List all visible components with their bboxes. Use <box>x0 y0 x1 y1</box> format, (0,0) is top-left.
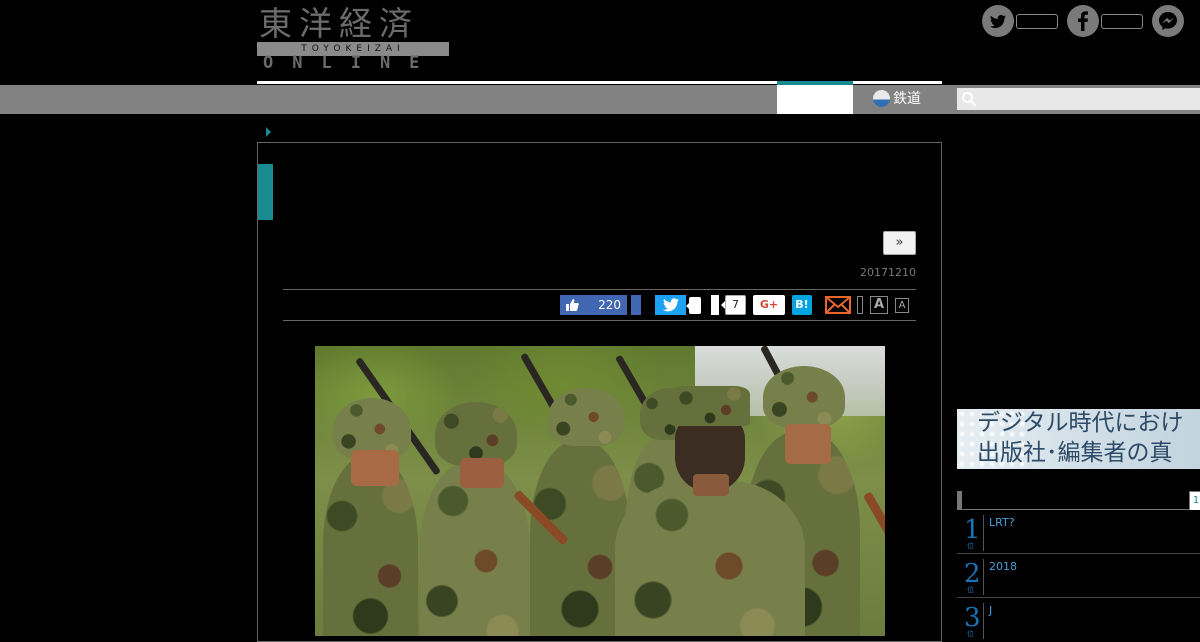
mail-icon[interactable] <box>825 296 851 314</box>
sidebar-ad-banner[interactable]: デジタル時代におけ 出版社･編集者の真 <box>957 409 1200 469</box>
rank-divider <box>983 603 984 639</box>
ad-headline-line1: デジタル時代におけ <box>977 410 1184 436</box>
search-icon <box>962 92 977 107</box>
messenger-icon <box>1152 5 1184 37</box>
nav-tab-railway[interactable]: 鉄道 <box>853 85 942 114</box>
nav-tab-active[interactable] <box>777 85 853 114</box>
title-accent-bar <box>258 164 273 220</box>
ranking-tab[interactable]: 1 <box>1189 491 1200 510</box>
tweet-button[interactable] <box>655 295 686 315</box>
next-page-button[interactable]: » <box>883 231 916 255</box>
like-count: 220 <box>598 298 621 312</box>
facebook-share-button[interactable] <box>631 295 641 315</box>
share-bar-bottom-rule <box>283 320 916 321</box>
thumbs-up-icon <box>566 299 579 311</box>
facebook-like-button[interactable]: 220 <box>560 295 627 315</box>
article-hero-image <box>315 346 885 636</box>
pocket-button[interactable] <box>711 295 719 315</box>
logo-online: ONLINE <box>263 53 439 73</box>
tweet-bird-icon <box>663 298 679 312</box>
ranking-tab-marker <box>957 491 962 509</box>
ranking-item[interactable]: 3 位 J <box>957 598 1200 642</box>
font-size-large-button[interactable]: A <box>870 296 888 314</box>
print-button[interactable] <box>857 296 863 314</box>
rank-suffix: 位 <box>967 586 974 594</box>
hatena-bookmark-button[interactable]: B! <box>792 295 812 315</box>
font-size-small-button[interactable]: A <box>895 298 909 313</box>
rank-divider <box>983 559 984 595</box>
messenger-share[interactable] <box>1152 5 1184 37</box>
ranking-item[interactable]: 2 位 2018 <box>957 554 1200 598</box>
twitter-icon <box>982 5 1014 37</box>
site-logo[interactable]: 東洋経済 TOYOKEIZAI ONLINE <box>257 4 449 73</box>
rank-title[interactable]: J <box>989 604 992 617</box>
rank-divider <box>983 515 984 551</box>
tweet-count <box>689 297 701 314</box>
facebook-follow[interactable] <box>1067 5 1143 37</box>
facebook-follow-count <box>1101 14 1143 29</box>
google-plus-button[interactable]: G+ <box>753 295 785 315</box>
search-input[interactable] <box>957 88 1200 110</box>
twitter-follow[interactable] <box>982 5 1058 37</box>
share-bar-top-rule <box>283 289 916 290</box>
facebook-icon <box>1067 5 1099 37</box>
twitter-follow-count <box>1016 14 1058 29</box>
rank-suffix: 位 <box>967 630 974 638</box>
rank-suffix: 位 <box>967 542 974 550</box>
train-icon <box>873 90 890 107</box>
ranking-item[interactable]: 1 位 LRT? <box>957 510 1200 554</box>
article-date: 20171210 <box>860 266 916 279</box>
rank-title[interactable]: 2018 <box>989 560 1017 573</box>
ad-headline-line2: 出版社･編集者の真 <box>977 440 1173 466</box>
logo-kanji: 東洋経済 <box>259 4 419 43</box>
rank-title[interactable]: LRT? <box>989 516 1015 529</box>
breadcrumb-arrow-icon <box>266 127 271 137</box>
pocket-count: 7 <box>725 295 746 315</box>
nav-railway-label: 鉄道 <box>893 91 921 107</box>
